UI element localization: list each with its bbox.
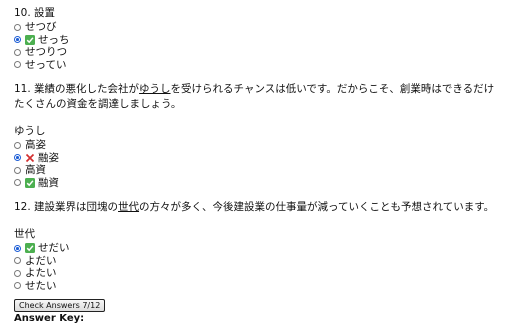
option[interactable]: せっち <box>14 34 512 47</box>
radio-button[interactable] <box>14 141 21 149</box>
question-title: 10. 設置 <box>14 7 56 19</box>
option[interactable]: 融姿 <box>14 152 512 165</box>
radio-button[interactable] <box>14 166 21 174</box>
option[interactable]: 融資 <box>14 177 512 190</box>
sentence-text: の方々が多く、今後建設業の仕事量が減っていくことも予想されています。 <box>139 201 495 213</box>
option-label: 融資 <box>38 176 59 189</box>
option[interactable]: 高姿 <box>14 139 512 152</box>
option[interactable]: よだい <box>14 255 512 268</box>
check-icon <box>25 243 35 254</box>
option-label: 高姿 <box>25 139 46 152</box>
option-label: せつりつ <box>25 46 68 59</box>
radio-button[interactable] <box>14 61 21 69</box>
option[interactable]: よたい <box>14 267 512 280</box>
radio-button[interactable] <box>14 23 21 31</box>
option[interactable]: せだい <box>14 242 512 255</box>
target-word: ゆうし <box>139 83 171 95</box>
options: せつび せっち せつりつ せってい <box>14 21 512 71</box>
option[interactable]: せってい <box>14 59 512 72</box>
option-label: 融姿 <box>38 151 59 164</box>
question-12: 12. 建設業界は団塊の世代の方々が多く、今後建設業の仕事量が減っていくことも予… <box>14 200 512 292</box>
option-label: せってい <box>25 58 67 71</box>
question-reading: 世代 <box>14 228 35 240</box>
question-11: 11. 業績の悪化した会社がゆうしを受けられるチャンスは低いです。だからこそ、創… <box>14 82 512 189</box>
question-10: 10. 設置 せつび せっち せつりつ せってい <box>14 6 512 71</box>
answer-key-heading: Answer Key: <box>14 313 85 324</box>
option[interactable]: 高資 <box>14 164 512 177</box>
option-label: せたい <box>25 279 57 292</box>
check-answers-button[interactable]: Check Answers 7/12 <box>14 299 106 312</box>
question-sentence: 11. 業績の悪化した会社がゆうしを受けられるチャンスは低いです。だからこそ、創… <box>14 82 498 112</box>
option-label: 高資 <box>25 164 46 177</box>
target-word: 世代 <box>118 201 140 213</box>
radio-button[interactable] <box>14 269 21 277</box>
radio-button[interactable] <box>14 48 21 56</box>
check-icon <box>25 34 35 45</box>
option[interactable]: せたい <box>14 280 512 293</box>
radio-button[interactable] <box>14 282 21 290</box>
radio-button[interactable] <box>14 154 21 162</box>
option-label: よだい <box>25 254 57 267</box>
question-sentence: 12. 建設業界は団塊の世代の方々が多く、今後建設業の仕事量が減っていくことも予… <box>14 200 498 215</box>
radio-button[interactable] <box>14 36 21 44</box>
radio-button[interactable] <box>14 179 21 187</box>
option-label: せっち <box>38 33 70 46</box>
radio-button[interactable] <box>14 244 21 252</box>
question-reading: ゆうし <box>14 125 46 137</box>
cross-icon <box>25 153 35 162</box>
options: せだい よだい よたい せたい <box>14 242 512 292</box>
sentence-text: 12. 建設業界は団塊の <box>14 201 119 213</box>
option-label: よたい <box>25 267 57 280</box>
option-label: せつび <box>25 21 57 34</box>
option-label: せだい <box>38 242 70 255</box>
check-icon <box>25 177 35 188</box>
option[interactable]: せつりつ <box>14 46 512 59</box>
option[interactable]: せつび <box>14 21 512 34</box>
sentence-text: 11. 業績の悪化した会社が <box>14 83 140 95</box>
quiz-page: 10. 設置 せつび せっち せつりつ せってい 11. 業績の悪化した会社がゆ… <box>0 0 512 324</box>
radio-button[interactable] <box>14 257 21 265</box>
options: 高姿 融姿 高資 融資 <box>14 139 512 189</box>
